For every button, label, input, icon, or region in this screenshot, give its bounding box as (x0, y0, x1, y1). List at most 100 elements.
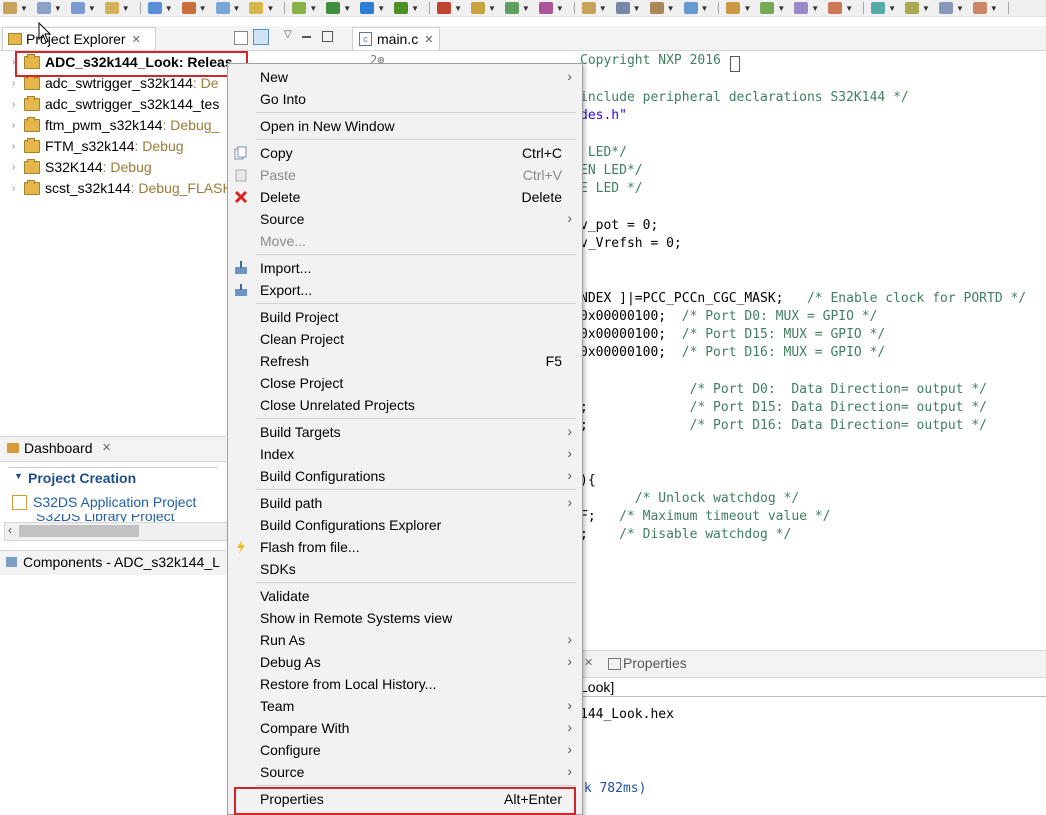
menu-item-compare-with[interactable]: Compare With › (228, 717, 582, 739)
tab-project-explorer[interactable]: Project Explorer ✕ (2, 27, 156, 50)
tree-item-project[interactable]: › FTM_s32k144: Debug (12, 136, 184, 156)
menu-item-flash-from-file[interactable]: Flash from file... (228, 536, 582, 558)
chevron-down-icon[interactable]: ▼ (777, 4, 785, 13)
chevron-down-icon[interactable]: ▼ (20, 4, 28, 13)
scrollbar-thumb[interactable] (19, 525, 139, 537)
toolbar-icon[interactable] (292, 2, 307, 14)
chevron-down-icon[interactable]: ▼ (990, 4, 998, 13)
toolbar-icon[interactable] (181, 2, 196, 14)
chevron-down-icon[interactable]: ▼ (488, 4, 496, 13)
toolbar-icon[interactable] (326, 2, 341, 14)
chevron-down-icon[interactable]: ▼ (888, 4, 896, 13)
toolbar-icon[interactable] (249, 2, 264, 14)
menu-item-debug-as[interactable]: Debug As › (228, 651, 582, 673)
view-menu-icon[interactable] (234, 31, 248, 45)
chevron-right-icon[interactable]: › (12, 99, 24, 110)
menu-item-show-in-remote-systems-view[interactable]: Show in Remote Systems view (228, 607, 582, 629)
menu-item-configure[interactable]: Configure › (228, 739, 582, 761)
menu-item-source[interactable]: Source › (228, 208, 582, 230)
chevron-down-icon[interactable]: ▼ (633, 4, 641, 13)
toolbar-icon[interactable] (828, 2, 843, 14)
chevron-down-icon[interactable]: ▼ (701, 4, 709, 13)
tab-properties[interactable]: Properties (623, 655, 687, 671)
toolbar-icon[interactable] (70, 2, 85, 14)
toolbar-icon[interactable] (794, 2, 809, 14)
menu-item-new[interactable]: New › (228, 66, 582, 88)
chevron-down-icon[interactable]: ▼ (522, 4, 530, 13)
chevron-down-icon[interactable]: ▼ (743, 4, 751, 13)
chevron-down-icon[interactable]: ▼ (556, 4, 564, 13)
s32ds-application-link[interactable]: S32DS Application Project (12, 494, 196, 510)
chevron-right-icon[interactable]: › (12, 162, 24, 173)
toolbar-icon[interactable] (905, 2, 920, 14)
toolbar-icon[interactable] (615, 2, 630, 14)
chevron-down-icon[interactable]: ▼ (811, 4, 819, 13)
close-icon[interactable]: ✕ (424, 33, 433, 46)
toolbar-icon[interactable] (726, 2, 741, 14)
toolbar-icon[interactable] (871, 2, 886, 14)
close-icon[interactable]: ✕ (132, 33, 141, 46)
menu-item-copy[interactable]: Copy Ctrl+C (228, 142, 582, 164)
toolbar-icon[interactable] (538, 2, 553, 14)
tree-item-project[interactable]: › scst_s32k144: Debug_FLASH (12, 178, 233, 198)
toolbar-icon[interactable] (437, 2, 452, 14)
menu-item-index[interactable]: Index › (228, 443, 582, 465)
chevron-down-icon[interactable]: ▼ (956, 4, 964, 13)
chevron-down-icon[interactable]: ▼ (199, 4, 207, 13)
s32ds-library-link[interactable]: S32DS Library Project (36, 514, 175, 522)
menu-item-build-path[interactable]: Build path › (228, 492, 582, 514)
menu-item-run-as[interactable]: Run As › (228, 629, 582, 651)
chevron-down-icon[interactable]: ▼ (922, 4, 930, 13)
toolbar-icon[interactable] (147, 2, 162, 14)
toolbar-icon[interactable] (683, 2, 698, 14)
tab-main-c[interactable]: c main.c ✕ (352, 27, 440, 50)
toolbar-icon[interactable] (760, 2, 775, 14)
menu-item-build-configurations[interactable]: Build Configurations › (228, 465, 582, 487)
toolbar-icon[interactable] (972, 2, 987, 14)
toolbar-icon[interactable] (504, 2, 519, 14)
toolbar-icon[interactable] (215, 2, 230, 14)
menu-item-close-unrelated-projects[interactable]: Close Unrelated Projects (228, 394, 582, 416)
chevron-down-icon[interactable]: ▼ (54, 4, 62, 13)
toolbar-icon[interactable] (581, 2, 596, 14)
menu-item-refresh[interactable]: Refresh F5 (228, 350, 582, 372)
menu-item-clean-project[interactable]: Clean Project (228, 328, 582, 350)
chevron-down-icon[interactable]: ▼ (454, 4, 462, 13)
chevron-down-icon[interactable]: ▼ (343, 4, 351, 13)
menu-item-build-project[interactable]: Build Project (228, 306, 582, 328)
chevron-down-icon[interactable]: ▼ (667, 4, 675, 13)
chevron-down-icon[interactable]: ▼ (377, 4, 385, 13)
scroll-left-icon[interactable]: ‹ (8, 523, 12, 537)
menu-item-validate[interactable]: Validate (228, 585, 582, 607)
tree-item-project[interactable]: › adc_swtrigger_s32k144_tes (12, 94, 219, 114)
toolbar-icon[interactable] (3, 2, 17, 14)
chevron-down-icon[interactable]: ▼ (14, 471, 23, 481)
menu-item-go-into[interactable]: Go Into (228, 88, 582, 110)
chevron-down-icon[interactable]: ▼ (309, 4, 317, 13)
menu-item-export[interactable]: Export... (228, 279, 582, 301)
tree-item-project[interactable]: › ftm_pwm_s32k144: Debug_ (12, 115, 219, 135)
chevron-down-icon[interactable]: ▼ (411, 4, 419, 13)
toolbar-icon[interactable] (649, 2, 664, 14)
toolbar-icon[interactable] (938, 2, 953, 14)
chevron-down-icon[interactable]: ▼ (266, 4, 274, 13)
toolbar-icon[interactable] (394, 2, 409, 14)
toolbar-icon[interactable] (104, 2, 119, 14)
chevron-down-icon[interactable]: ▽ (284, 29, 292, 40)
chevron-down-icon[interactable]: ▼ (845, 4, 853, 13)
menu-item-delete[interactable]: Delete Delete (228, 186, 582, 208)
close-icon[interactable]: ✕ (102, 441, 111, 454)
menu-item-team[interactable]: Team › (228, 695, 582, 717)
chevron-down-icon[interactable]: ▼ (599, 4, 607, 13)
minimize-icon[interactable] (302, 36, 311, 38)
chevron-down-icon[interactable]: ▼ (233, 4, 241, 13)
maximize-icon[interactable] (322, 31, 333, 42)
menu-item-restore-from-local-history[interactable]: Restore from Local History... (228, 673, 582, 695)
menu-item-import[interactable]: Import... (228, 257, 582, 279)
menu-item-sdks[interactable]: SDKs (228, 558, 582, 580)
menu-item-close-project[interactable]: Close Project (228, 372, 582, 394)
menu-item-open-in-new-window[interactable]: Open in New Window (228, 115, 582, 137)
close-icon[interactable]: ✕ (584, 656, 593, 669)
tree-item-project[interactable]: › S32K144: Debug (12, 157, 152, 177)
menu-item-build-configurations-explorer[interactable]: Build Configurations Explorer (228, 514, 582, 536)
